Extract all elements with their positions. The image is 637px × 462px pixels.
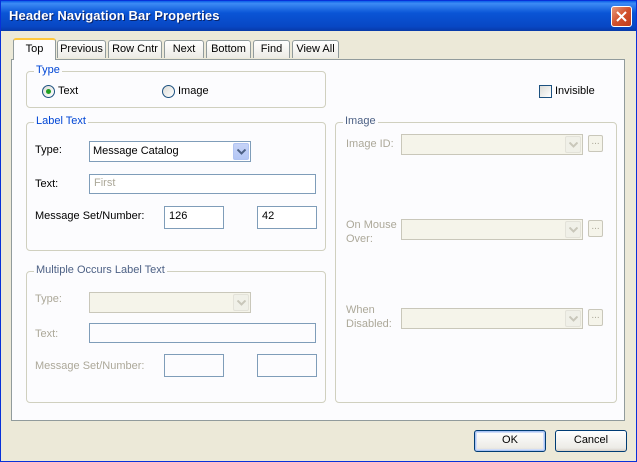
label-text-label: Text: [35, 178, 59, 190]
chevron-down-icon [237, 149, 246, 155]
type-group-title: Type [34, 64, 62, 76]
tab-panel: Type Text Image Invisible Label Text Typ… [11, 59, 625, 421]
message-set-number-label: Message Set/Number: [35, 210, 145, 222]
when-disabled-combo[interactable] [401, 308, 583, 329]
cancel-button[interactable]: Cancel [555, 430, 627, 452]
dropdown-button[interactable] [233, 143, 249, 160]
label-type-label: Type: [35, 144, 62, 156]
message-number-field[interactable]: 42 [257, 206, 317, 229]
tab-top[interactable]: Top [13, 38, 56, 60]
mo-message-number-field[interactable] [257, 354, 317, 377]
chevron-down-icon [569, 142, 578, 148]
multiple-occurs-title: Multiple Occurs Label Text [34, 264, 167, 276]
window-title: Header Navigation Bar Properties [9, 8, 220, 23]
close-icon [616, 11, 627, 22]
type-group: Type Text Image [26, 64, 326, 108]
label-type-value: Message Catalog [93, 145, 179, 157]
dropdown-button[interactable] [565, 310, 581, 327]
mouse-over-label-line2: Over: [346, 233, 373, 245]
multiple-occurs-group: Multiple Occurs Label Text Type: Text: M… [26, 264, 326, 403]
chevron-down-icon [237, 300, 246, 306]
tab-previous[interactable]: Previous [57, 40, 106, 58]
mo-text-field[interactable] [89, 323, 316, 343]
when-disabled-label-line1: When [346, 304, 375, 316]
label-text-field[interactable]: First [89, 174, 316, 194]
label-text-title: Label Text [34, 115, 88, 127]
invisible-checkbox[interactable] [539, 85, 552, 98]
mouse-over-combo[interactable] [401, 219, 583, 240]
text-radio-label[interactable]: Text [58, 85, 78, 97]
mo-text-label: Text: [35, 328, 59, 340]
message-set-field[interactable]: 126 [164, 206, 224, 229]
image-radio-label[interactable]: Image [178, 85, 209, 97]
invisible-label[interactable]: Invisible [555, 85, 595, 97]
mo-type-label: Type: [35, 293, 62, 305]
image-group: Image Image ID: ... On Mouse Over: ... W… [335, 115, 617, 403]
tab-view-all[interactable]: View All [292, 40, 339, 58]
mo-type-combo[interactable] [89, 292, 251, 313]
mo-message-set-number-label: Message Set/Number: [35, 360, 145, 372]
dropdown-button[interactable] [565, 136, 581, 153]
chevron-down-icon [569, 316, 578, 322]
tab-row-cntr[interactable]: Row Cntr [108, 40, 162, 58]
dropdown-button[interactable] [233, 294, 249, 311]
radio-selected-dot [46, 89, 51, 94]
image-radio[interactable] [162, 85, 175, 98]
mo-message-set-field[interactable] [164, 354, 224, 377]
tab-next[interactable]: Next [164, 40, 204, 58]
when-disabled-label-line2: Disabled: [346, 318, 392, 330]
mouse-over-label-line1: On Mouse [346, 219, 397, 231]
image-group-title: Image [343, 115, 378, 127]
label-text-group: Label Text Type: Message Catalog Text: F… [26, 115, 326, 251]
close-button[interactable] [611, 6, 632, 27]
dialog-window: Header Navigation Bar Properties Top Pre… [0, 0, 637, 462]
image-id-browse-button[interactable]: ... [588, 135, 603, 152]
ok-button[interactable]: OK [474, 430, 546, 452]
label-type-combo[interactable]: Message Catalog [89, 141, 251, 162]
image-id-label: Image ID: [346, 138, 394, 150]
title-bar[interactable]: Header Navigation Bar Properties [1, 1, 636, 31]
chevron-down-icon [569, 227, 578, 233]
tab-find[interactable]: Find [253, 40, 290, 58]
dropdown-button[interactable] [565, 221, 581, 238]
image-id-combo[interactable] [401, 134, 583, 155]
when-disabled-browse-button[interactable]: ... [588, 309, 603, 326]
mouse-over-browse-button[interactable]: ... [588, 220, 603, 237]
tab-bottom[interactable]: Bottom [206, 40, 251, 58]
text-radio[interactable] [42, 85, 55, 98]
